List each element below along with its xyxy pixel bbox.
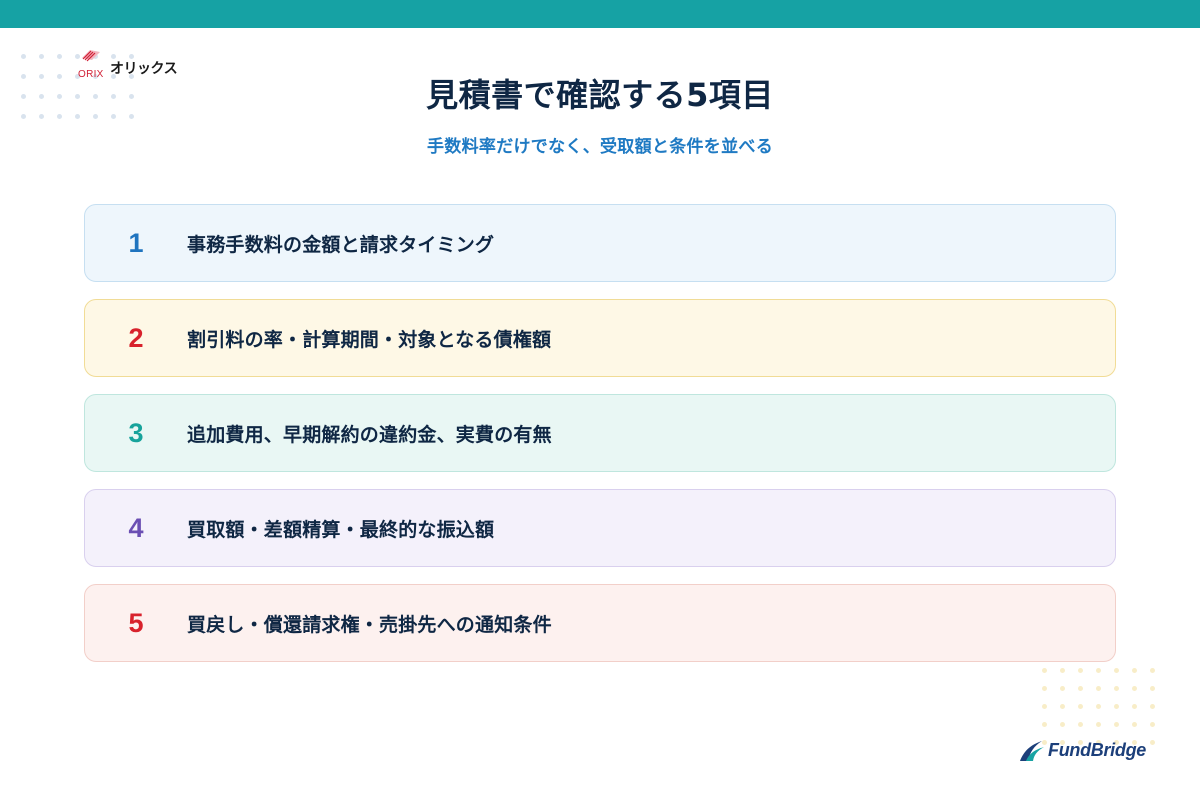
dot: [1078, 686, 1083, 691]
dot: [1096, 722, 1101, 727]
item-number: 3: [128, 417, 144, 448]
dot: [1150, 740, 1155, 745]
dot: [1060, 722, 1065, 727]
item-text: 事務手数料の金額と請求タイミング: [187, 233, 495, 256]
dot: [1150, 704, 1155, 709]
checklist-item-1: 1 事務手数料の金額と請求タイミング: [84, 204, 1116, 282]
fundbridge-logo: FundBridge: [1018, 734, 1148, 766]
item-number: 4: [128, 512, 144, 543]
dot: [1132, 722, 1137, 727]
dot: [1114, 722, 1119, 727]
dot: [39, 54, 44, 59]
item-number: 2: [128, 322, 144, 353]
dot: [1078, 704, 1083, 709]
page-title: 見積書で確認する5項目: [426, 76, 774, 114]
item-text: 追加費用、早期解約の違約金、実費の有無: [187, 423, 552, 446]
item-number: 1: [128, 227, 144, 258]
checklist-item-2: 2 割引料の率・計算期間・対象となる債権額: [84, 299, 1116, 377]
dot: [1132, 686, 1137, 691]
dot: [1150, 722, 1155, 727]
checklist-item-3: 3 追加費用、早期解約の違約金、実費の有無: [84, 394, 1116, 472]
item-text: 買戻し・償還請求権・売掛先への通知条件: [187, 613, 552, 636]
dot: [1132, 668, 1137, 673]
dot: [1132, 704, 1137, 709]
item-number: 5: [128, 607, 144, 638]
dot: [57, 54, 62, 59]
dot: [1150, 668, 1155, 673]
checklist: 1 事務手数料の金額と請求タイミング 2 割引料の率・計算期間・対象となる債権額…: [84, 204, 1116, 679]
dot: [1114, 704, 1119, 709]
top-band: [0, 0, 1200, 28]
checklist-item-5: 5 買戻し・償還請求権・売掛先への通知条件: [84, 584, 1116, 662]
dot: [1042, 704, 1047, 709]
dot: [1060, 686, 1065, 691]
dot: [1078, 722, 1083, 727]
page-subtitle: 手数料率だけでなく、受取額と条件を並べる: [427, 137, 773, 157]
dot: [1150, 686, 1155, 691]
dot: [1114, 686, 1119, 691]
dot: [1042, 722, 1047, 727]
dot: [1096, 704, 1101, 709]
checklist-item-4: 4 買取額・差額精算・最終的な振込額: [84, 489, 1116, 567]
dot: [21, 54, 26, 59]
fundbridge-wordmark: FundBridge: [1048, 739, 1146, 760]
item-text: 買取額・差額精算・最終的な振込額: [187, 518, 495, 541]
dot: [1096, 686, 1101, 691]
fundbridge-wave-icon: [1020, 741, 1044, 761]
dot: [1042, 686, 1047, 691]
dot: [1060, 704, 1065, 709]
item-text: 割引料の率・計算期間・対象となる債権額: [187, 328, 552, 351]
